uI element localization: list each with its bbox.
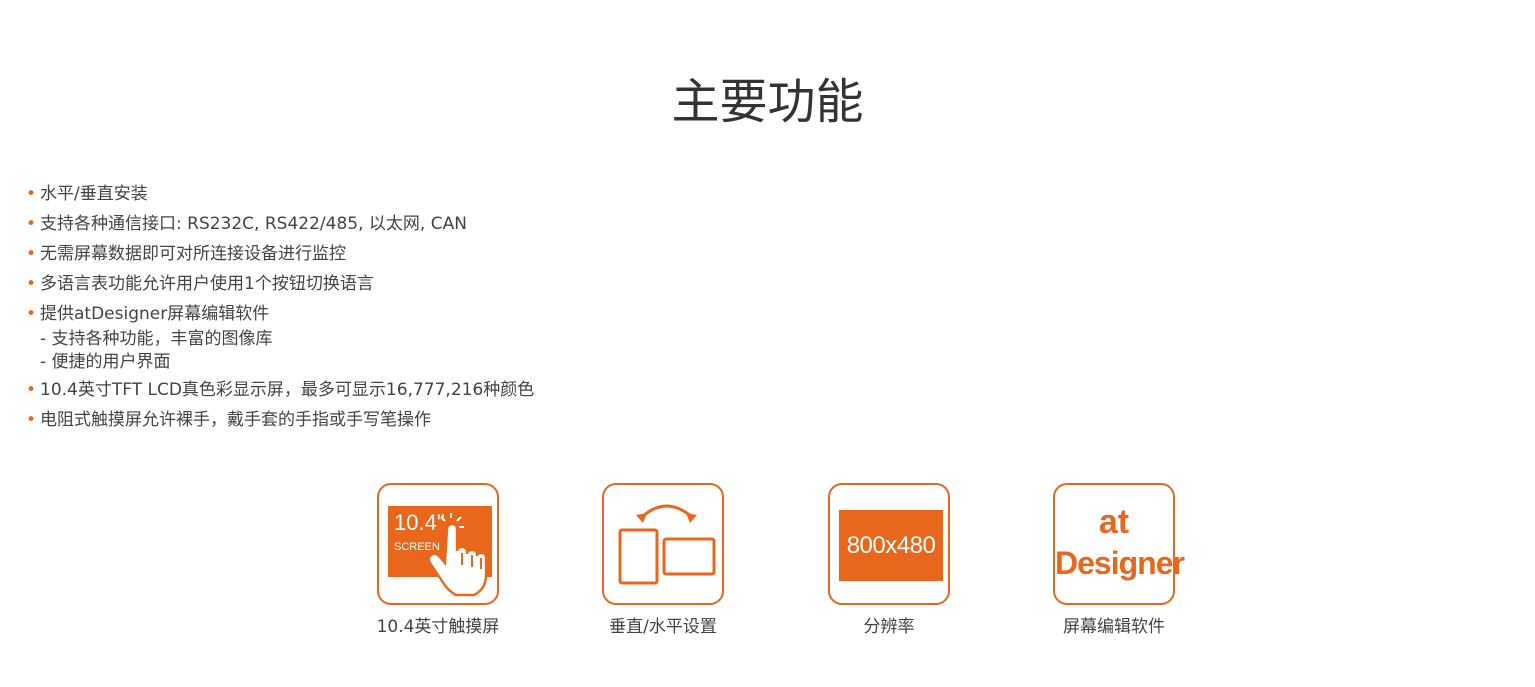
resolution-icon: 800x480 bbox=[828, 483, 950, 605]
feature-item: 水平/垂直安装 bbox=[26, 179, 534, 209]
icon-card-atdesigner: at Designer 屏幕编辑软件 bbox=[1034, 483, 1194, 639]
icon-caption: 垂直/水平设置 bbox=[609, 617, 717, 637]
feature-item: 支持各种通信接口: RS232C, RS422/485, 以太网, CAN bbox=[26, 209, 534, 239]
feature-item: 多语言表功能允许用户使用1个按钮切换语言 bbox=[26, 269, 534, 299]
icon-caption: 10.4英寸触摸屏 bbox=[376, 617, 500, 637]
feature-list: 水平/垂直安装 支持各种通信接口: RS232C, RS422/485, 以太网… bbox=[26, 179, 534, 435]
feature-item: 无需屏幕数据即可对所连接设备进行监控 bbox=[26, 239, 534, 269]
icon-card-touchscreen: 10.4" SCREEN 10.4英寸触摸屏 bbox=[358, 483, 518, 639]
feature-item: 10.4英寸TFT LCD真色彩显示屏，最多可显示16,777,216种颜色 bbox=[26, 375, 534, 405]
icon-card-orientation: 垂直/水平设置 bbox=[583, 483, 743, 639]
feature-item: 电阻式触摸屏允许裸手，戴手套的手指或手写笔操作 bbox=[26, 405, 534, 435]
rotate-orientation-icon bbox=[602, 483, 724, 605]
touchscreen-icon: 10.4" SCREEN bbox=[377, 483, 499, 605]
feature-subitem: - 便捷的用户界面 bbox=[40, 352, 171, 372]
icon-caption: 分辨率 bbox=[863, 617, 915, 637]
icon-card-resolution: 800x480 分辨率 bbox=[809, 483, 969, 639]
atdesigner-icon: at Designer bbox=[1053, 483, 1185, 605]
hand-pointer-icon bbox=[427, 513, 488, 597]
feature-item: 提供atDesigner屏幕编辑软件 - 支持各种功能，丰富的图像库 - 便捷的… bbox=[26, 299, 534, 375]
feature-subitem: - 支持各种功能，丰富的图像库 bbox=[40, 329, 273, 349]
section-title: 主要功能 bbox=[671, 74, 864, 130]
icon-caption: 屏幕编辑软件 bbox=[1063, 617, 1165, 637]
